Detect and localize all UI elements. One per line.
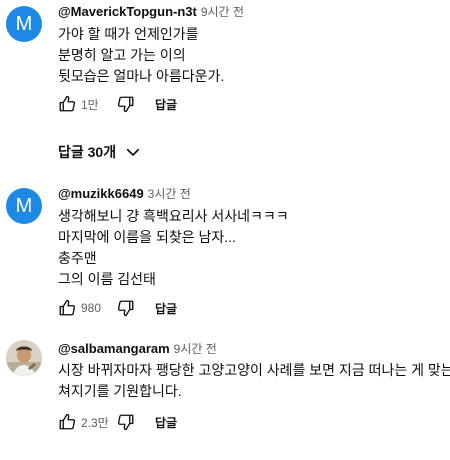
view-replies-button[interactable]: 답글 30개 — [58, 140, 142, 164]
comment-time[interactable]: 9시간 전 — [174, 342, 217, 356]
like-button[interactable] — [56, 297, 78, 319]
comment-author[interactable]: @MaverickTopgun-n3t — [58, 4, 197, 19]
reply-button[interactable]: 답글 — [155, 96, 177, 113]
dislike-button[interactable] — [115, 93, 137, 115]
comment-text: 생각해보니 걍 흑백요리사 서사네ㅋㅋㅋ 마지막에 이름을 되찾은 남자... … — [58, 206, 289, 290]
thumbs-down-icon — [117, 300, 134, 317]
like-count: 980 — [81, 301, 102, 315]
reply-button[interactable]: 답글 — [155, 414, 177, 431]
thumbs-down-icon — [117, 414, 134, 431]
comment-time[interactable]: 9시간 전 — [201, 5, 244, 19]
comment-author[interactable]: @muzikk6649 — [58, 186, 144, 201]
comment-line: 생각해보니 걍 흑백요리사 서사네ㅋㅋㅋ — [58, 208, 289, 224]
avatar[interactable]: M — [6, 188, 42, 224]
avatar-letter: M — [15, 12, 33, 35]
like-button[interactable] — [56, 411, 78, 433]
comment-line: 분명히 알고 가는 이의 — [58, 47, 186, 63]
like-count: 1만 — [81, 97, 99, 112]
comment-line: 가야 할 때가 언제인가를 — [58, 26, 199, 42]
comment-line: 시장 바뀌자마자 팽당한 고양고양이 사례를 보면 지금 떠나는 게 맞는 — [58, 362, 450, 378]
thumbs-down-icon — [117, 96, 134, 113]
comment-actions: 980 답글 — [56, 296, 177, 320]
thumbs-up-icon — [59, 413, 76, 430]
replies-count-label: 답글 30개 — [58, 144, 117, 160]
dislike-button[interactable] — [115, 411, 137, 433]
like-button[interactable] — [56, 93, 78, 115]
comment-text: 가야 할 때가 언제인가를 분명히 알고 가는 이의 뒷모습은 얼마나 아름다운… — [58, 24, 224, 87]
comment-text: 시장 바뀌자마자 팽당한 고양고양이 사례를 보면 지금 떠나는 게 맞는 쳐지… — [58, 360, 450, 402]
comment-line: 쳐지기를 기원합니다. — [58, 383, 182, 399]
comment-line: 충주맨 — [58, 250, 97, 266]
comment-time[interactable]: 3시간 전 — [148, 187, 191, 201]
comment-actions: 2.3만 답글 — [56, 410, 177, 434]
comment-header: @salbamangaram 9시간 전 — [58, 340, 217, 358]
chevron-down-icon — [124, 143, 142, 161]
thumbs-up-icon — [59, 299, 76, 316]
comment-header: @muzikk6649 3시간 전 — [58, 185, 191, 203]
reply-button[interactable]: 답글 — [155, 300, 177, 317]
comment-actions: 1만 답글 — [56, 92, 177, 116]
avatar-photo — [6, 340, 42, 376]
comment-author[interactable]: @salbamangaram — [58, 341, 170, 356]
dislike-button[interactable] — [115, 297, 137, 319]
avatar[interactable]: M — [6, 6, 42, 42]
comment-line: 그의 이름 김선태 — [58, 271, 156, 287]
avatar[interactable] — [6, 340, 42, 376]
comment-header: @MaverickTopgun-n3t 9시간 전 — [58, 3, 244, 21]
like-count: 2.3만 — [81, 415, 109, 430]
comment-line: 뒷모습은 얼마나 아름다운가. — [58, 68, 225, 84]
avatar-letter: M — [15, 194, 33, 217]
thumbs-up-icon — [59, 95, 76, 112]
comment-line: 마지막에 이름을 되찾은 남자... — [58, 229, 236, 245]
